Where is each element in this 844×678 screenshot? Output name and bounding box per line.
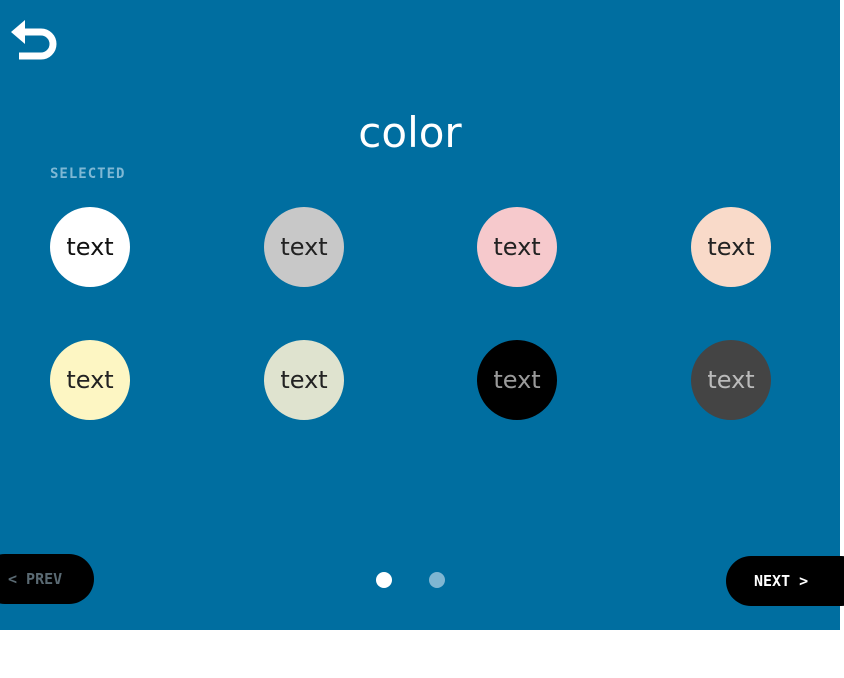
swatch-peach[interactable]: text [691, 207, 771, 287]
swatch-label: text [280, 233, 328, 261]
swatch-gray[interactable]: text [264, 207, 344, 287]
next-button-label: NEXT > [754, 572, 809, 590]
color-picker-screen: color SELECTED text text text text text … [0, 0, 844, 630]
swatch-sage[interactable]: text [264, 340, 344, 420]
page-title: color [358, 108, 462, 157]
swatch-label: text [493, 366, 541, 394]
swatch-pink[interactable]: text [477, 207, 557, 287]
swatch-black[interactable]: text [477, 340, 557, 420]
page-dot-2[interactable] [429, 572, 445, 588]
next-button[interactable]: NEXT > [726, 556, 844, 606]
prev-button-label: < PREV [8, 570, 63, 588]
swatch-charcoal[interactable]: text [691, 340, 771, 420]
swatch-label: text [280, 366, 328, 394]
back-button[interactable] [6, 14, 64, 70]
swatch-label: text [707, 366, 755, 394]
swatch-white[interactable]: text [50, 207, 130, 287]
swatch-label: text [493, 233, 541, 261]
swatch-cream[interactable]: text [50, 340, 130, 420]
prev-button[interactable]: < PREV [0, 554, 94, 604]
selected-label: SELECTED [50, 166, 126, 182]
swatch-label: text [66, 366, 114, 394]
swatch-label: text [66, 233, 114, 261]
undo-arrow-icon [11, 20, 57, 60]
swatch-label: text [707, 233, 755, 261]
page-dot-1[interactable] [376, 572, 392, 588]
